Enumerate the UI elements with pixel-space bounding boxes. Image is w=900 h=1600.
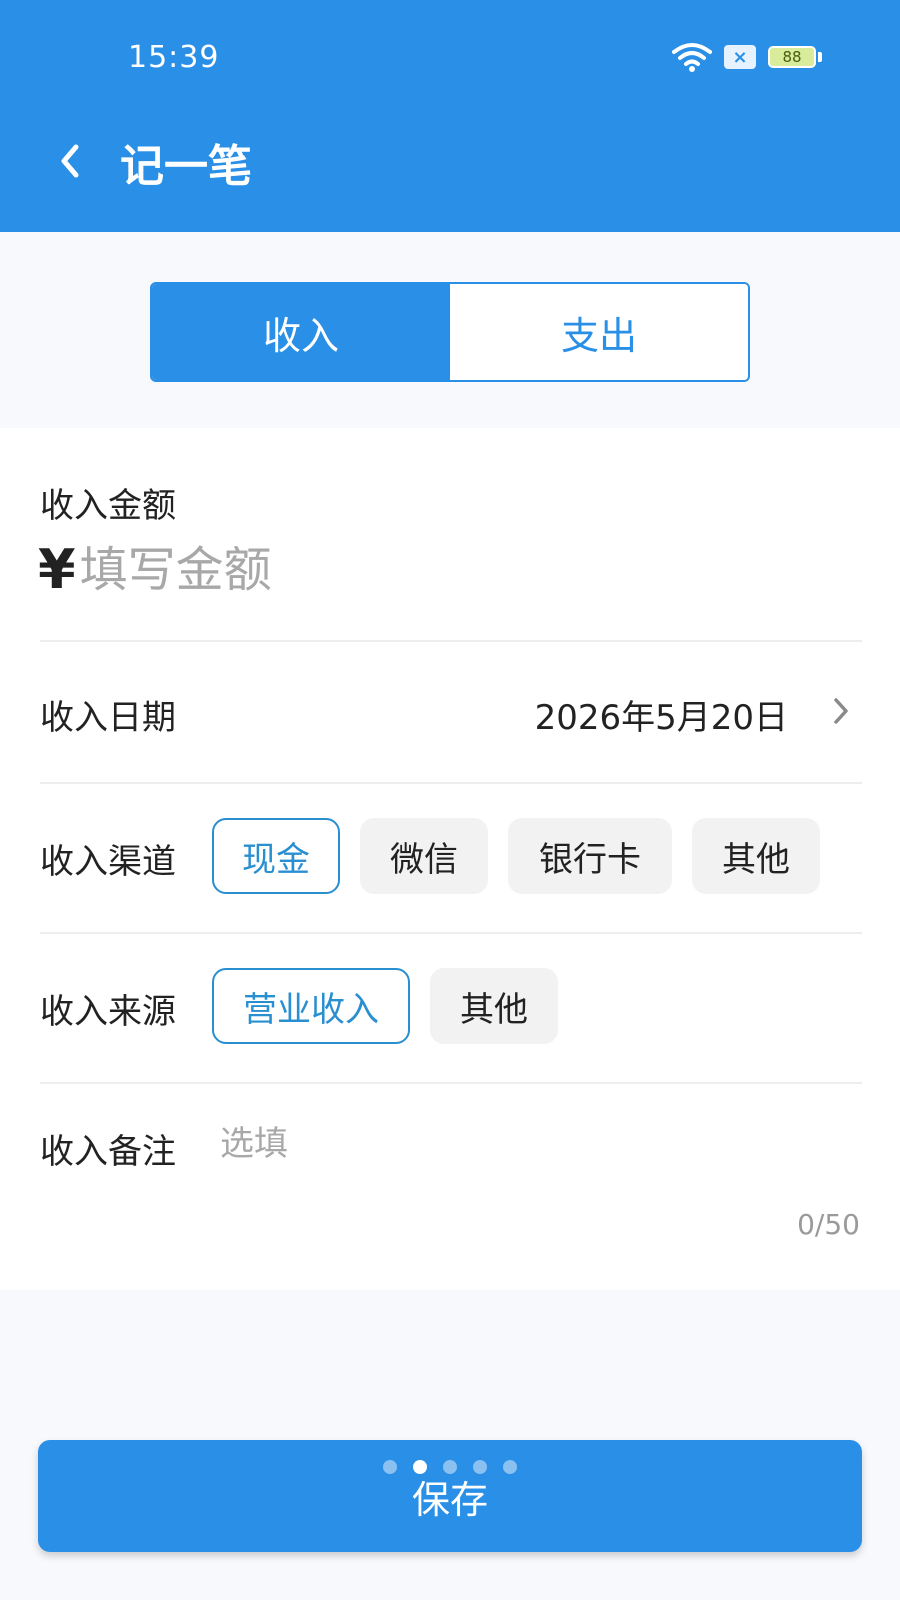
amount-input[interactable] [79,541,580,598]
chevron-left-icon [61,144,79,178]
battery-level: 88 [768,46,816,68]
top-bar: 15:39 × 88 记一笔 [0,0,900,232]
channel-row: 收入渠道 现金 微信 银行卡 其他 [0,782,900,932]
note-char-counter: 0/50 [797,1208,860,1241]
battery-icon: 88 [768,46,822,68]
channel-option-bank-card[interactable]: 银行卡 [508,818,672,894]
date-row[interactable]: 收入日期 2026年5月20日 [0,640,900,782]
save-button[interactable]: 保存 [38,1440,862,1552]
channel-options: 现金 微信 银行卡 其他 [212,818,820,894]
source-row: 收入来源 营业收入 其他 [0,932,900,1082]
channel-option-wechat[interactable]: 微信 [360,818,488,894]
source-options: 营业收入 其他 [212,968,558,1044]
page-title: 记一笔 [120,141,252,192]
channel-label: 收入渠道 [40,842,176,882]
tab-income[interactable]: 收入 [152,284,450,380]
date-label: 收入日期 [40,698,176,738]
no-sim-icon: × [724,45,756,69]
battery-tip [818,52,822,62]
channel-option-other[interactable]: 其他 [692,818,820,894]
date-value: 2026年5月20日 [534,698,788,738]
chevron-right-icon [834,698,848,724]
source-option-business[interactable]: 营业收入 [212,968,410,1044]
amount-input-row: ¥ [38,538,580,601]
source-option-other[interactable]: 其他 [430,968,558,1044]
tab-expense[interactable]: 支出 [450,284,748,380]
note-input[interactable] [220,1124,820,1164]
channel-option-cash[interactable]: 现金 [212,818,340,894]
note-label: 收入备注 [40,1132,176,1172]
income-form: 收入金额 ¥ 收入日期 2026年5月20日 收入渠道 现金 微信 银行卡 其他… [0,428,900,1290]
back-button[interactable] [50,137,90,185]
status-icons: × 88 [672,42,822,72]
amount-label: 收入金额 [40,486,176,526]
note-row: 收入备注 0/50 [0,1082,900,1290]
type-tabs: 收入 支出 [150,282,750,382]
status-time: 15:39 [128,40,220,75]
currency-symbol: ¥ [38,538,76,601]
source-label: 收入来源 [40,992,176,1032]
wifi-icon [672,42,712,72]
